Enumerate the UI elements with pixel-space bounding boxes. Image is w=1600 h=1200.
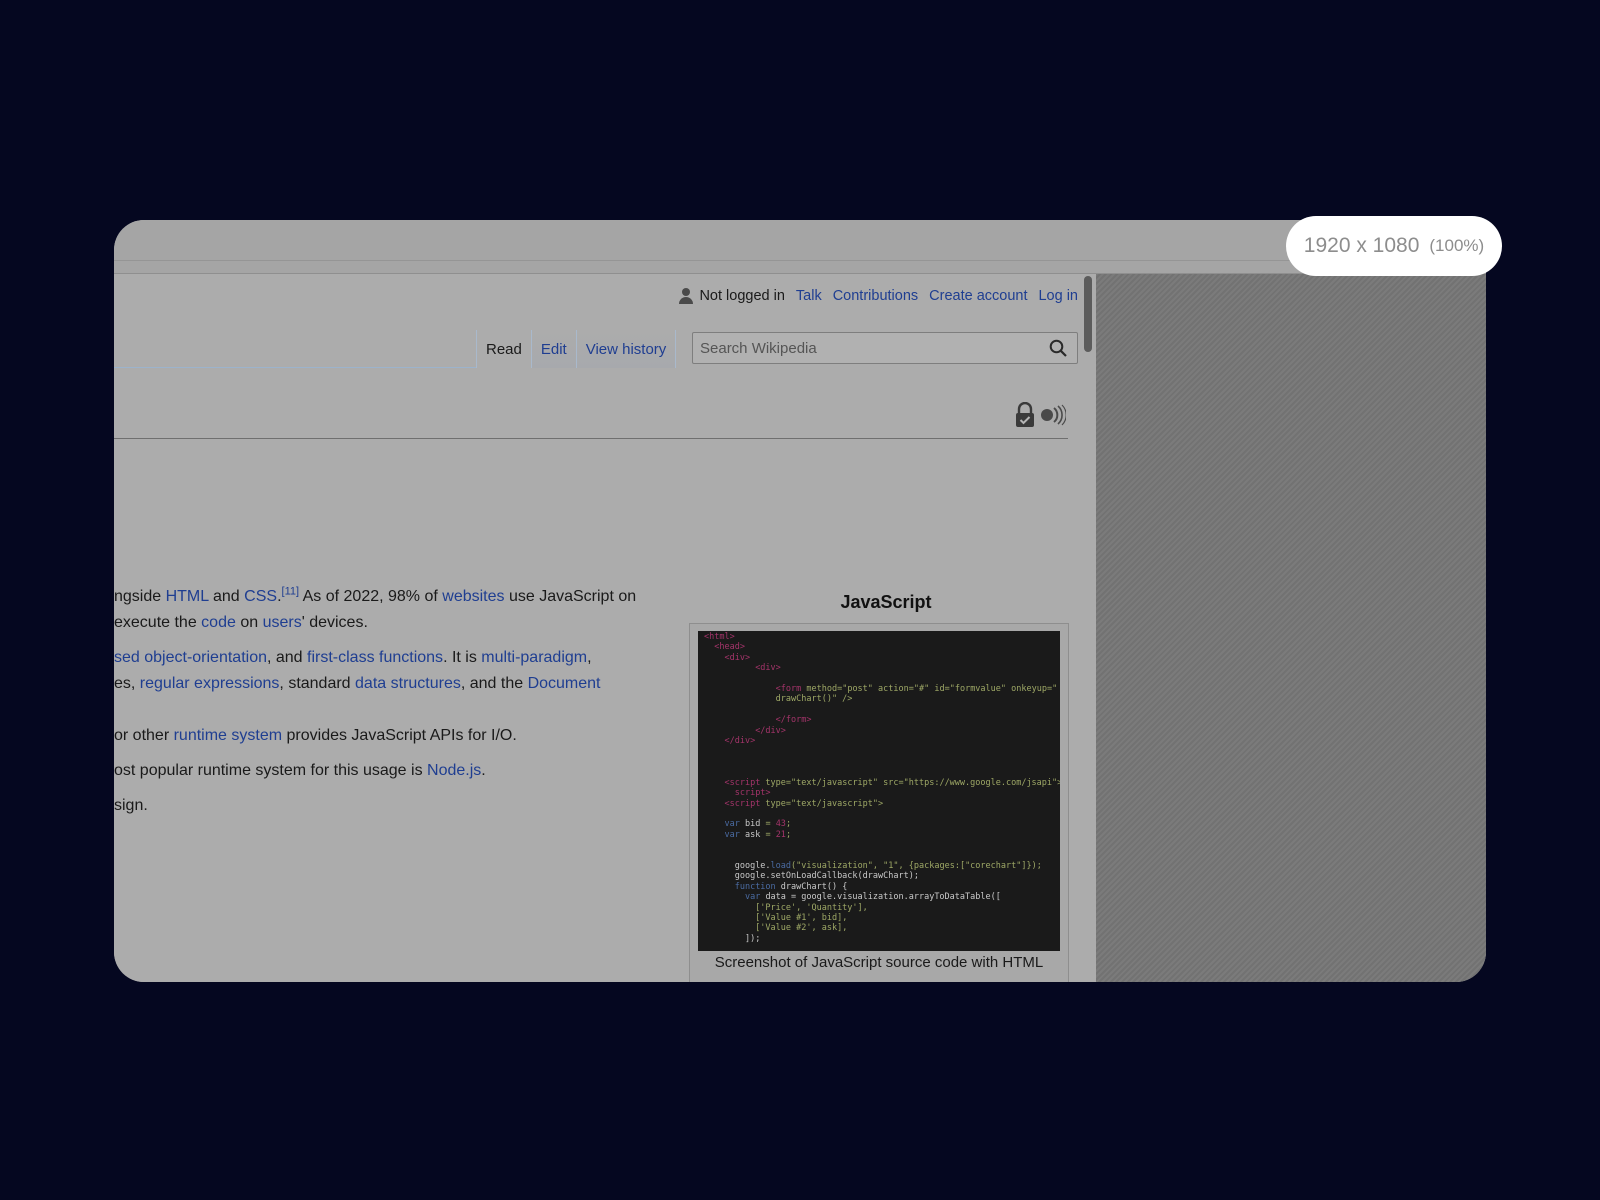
infobox-caption: Screenshot of JavaScript source code wit… <box>690 954 1068 971</box>
user-icon <box>679 288 693 304</box>
infobox-title: JavaScript <box>696 592 1076 613</box>
tab-read[interactable]: Read <box>476 330 531 368</box>
contributions-link[interactable]: Contributions <box>833 288 918 304</box>
object-orientation-link[interactable]: sed object-orientation <box>114 649 267 666</box>
code-screenshot-image[interactable]: <html> <head> <div> <div> <form method="… <box>698 631 1060 951</box>
lock-icon[interactable] <box>1014 402 1036 428</box>
outside-viewport-area <box>1096 274 1486 982</box>
talk-link[interactable]: Talk <box>796 288 822 304</box>
page-indicators <box>1014 402 1066 428</box>
multi-paradigm-link[interactable]: multi-paradigm <box>481 649 587 666</box>
browser-window: Not logged in Talk Contributions Create … <box>114 220 1486 982</box>
browser-toolbar <box>114 220 1486 274</box>
paragraph-1: ngside HTML and CSS.[11] As of 2022, 98%… <box>114 584 674 636</box>
reference-11[interactable]: [11] <box>282 586 300 598</box>
search-input[interactable] <box>700 340 1030 357</box>
data-structures-link[interactable]: data structures <box>355 675 461 692</box>
create-account-link[interactable]: Create account <box>929 288 1027 304</box>
viewport-size-badge: 1920 x 1080 (100%) <box>1286 216 1502 276</box>
users-link[interactable]: users <box>263 614 302 631</box>
wikipedia-page: Not logged in Talk Contributions Create … <box>114 274 1096 982</box>
code-link[interactable]: code <box>201 614 236 631</box>
html-link[interactable]: HTML <box>166 588 209 605</box>
heading-rule <box>114 438 1068 439</box>
search-icon[interactable] <box>1049 339 1067 357</box>
not-logged-in-text: Not logged in <box>699 288 784 304</box>
login-status: Not logged in <box>679 288 784 304</box>
log-in-link[interactable]: Log in <box>1038 288 1078 304</box>
nodejs-link[interactable]: Node.js <box>427 762 481 779</box>
infobox: <html> <head> <div> <div> <form method="… <box>689 623 1069 982</box>
paragraph-2: sed object-orientation, and first-class … <box>114 645 674 697</box>
websites-link[interactable]: websites <box>442 588 504 605</box>
viewport-zoom: (100%) <box>1429 236 1484 256</box>
personal-tools: Not logged in Talk Contributions Create … <box>679 288 1078 304</box>
viewport-dimensions: 1920 x 1080 <box>1304 234 1420 258</box>
speaker-icon[interactable] <box>1040 404 1066 426</box>
css-link[interactable]: CSS <box>244 588 277 605</box>
first-class-functions-link[interactable]: first-class functions <box>307 649 443 666</box>
document-link[interactable]: Document <box>528 675 601 692</box>
tab-edit[interactable]: Edit <box>531 330 576 368</box>
page-tabs: Read Edit View history <box>476 330 676 368</box>
runtime-system-link[interactable]: runtime system <box>174 727 282 744</box>
tab-view-history[interactable]: View history <box>576 330 677 368</box>
paragraph-3: or other runtime system provides JavaScr… <box>114 723 674 749</box>
paragraph-5: sign. <box>114 793 674 819</box>
tabs-divider <box>114 367 476 368</box>
article-body: ngside HTML and CSS.[11] As of 2022, 98%… <box>114 584 674 828</box>
paragraph-4: ost popular runtime system for this usag… <box>114 758 674 784</box>
regular-expressions-link[interactable]: regular expressions <box>140 675 280 692</box>
page-scrollbar[interactable] <box>1084 276 1092 352</box>
search-box <box>692 332 1078 364</box>
